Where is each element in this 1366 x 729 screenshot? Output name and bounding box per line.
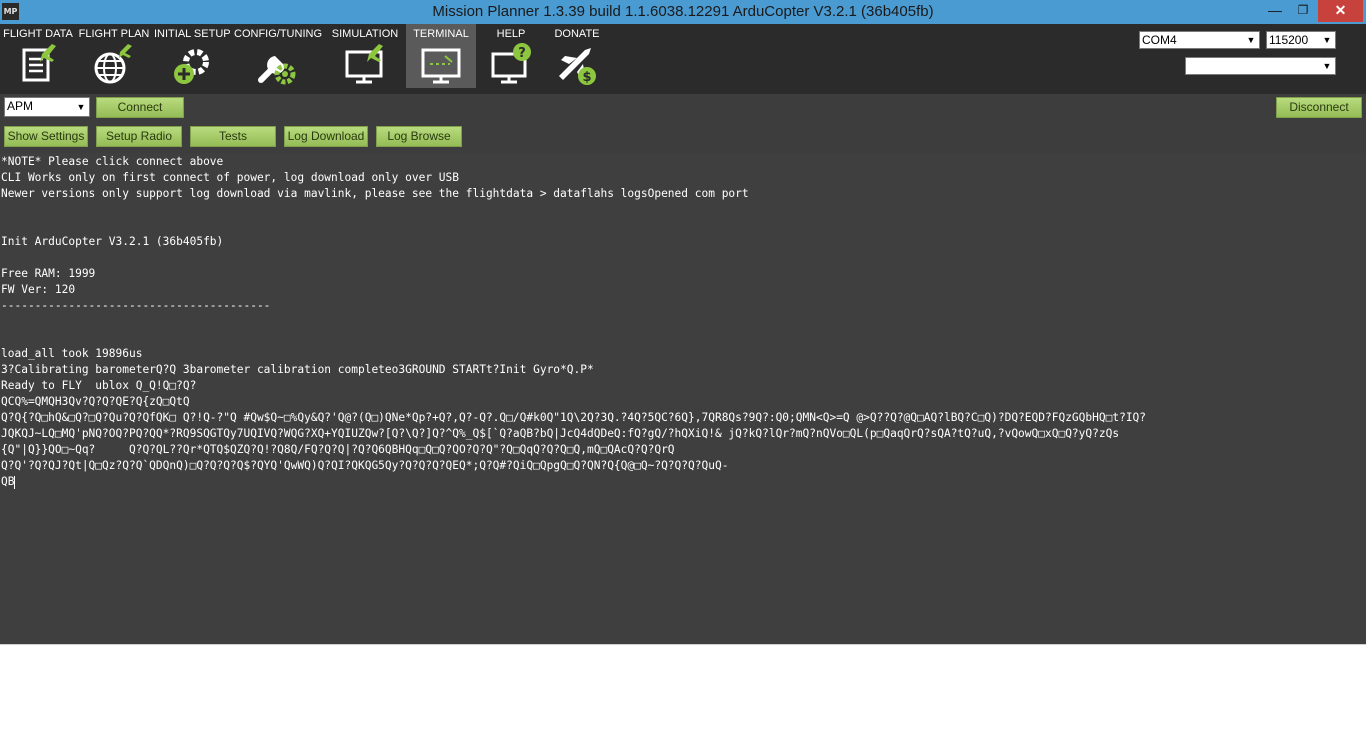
- svg-text:$: $: [582, 70, 591, 85]
- menu-label: CONFIG/TUNING: [234, 28, 322, 40]
- title-bar: MP Mission Planner 1.3.39 build 1.1.6038…: [0, 0, 1366, 24]
- baud-rate-select[interactable]: 115200 ▼: [1266, 31, 1336, 49]
- menu-label: FLIGHT DATA: [3, 28, 73, 40]
- menu-label: TERMINAL: [413, 28, 469, 40]
- tests-button[interactable]: Tests: [190, 126, 276, 147]
- close-button[interactable]: ✕: [1318, 0, 1363, 22]
- initial-setup-icon: [174, 49, 209, 84]
- chevron-down-icon: ▼: [1322, 61, 1332, 71]
- menu-initial-setup[interactable]: INITIAL SETUP: [154, 24, 231, 88]
- terminal-output[interactable]: *NOTE* Please click connect above CLI Wo…: [0, 153, 1366, 644]
- board-type-select[interactable]: APM ▼: [4, 97, 90, 117]
- config-tuning-icon: [258, 56, 296, 85]
- show-settings-button[interactable]: Show Settings: [4, 126, 88, 147]
- menu-donate[interactable]: DONATE $: [548, 24, 606, 88]
- bottom-panel: [0, 644, 1366, 729]
- svg-text:?: ?: [518, 46, 526, 61]
- terminal-content: *NOTE* Please click connect above CLI Wo…: [1, 155, 1147, 488]
- menu-label: SIMULATION: [331, 28, 399, 40]
- menu-label: FLIGHT PLAN: [78, 28, 150, 40]
- chevron-down-icon: ▼: [1246, 35, 1256, 45]
- minimize-button[interactable]: —: [1262, 0, 1288, 22]
- terminal-text: *NOTE* Please click connect above CLI Wo…: [0, 153, 1366, 490]
- maximize-button[interactable]: ❐: [1290, 0, 1316, 22]
- menu-help[interactable]: HELP ?: [480, 24, 542, 88]
- menu-simulation[interactable]: SIMULATION: [330, 24, 400, 88]
- flight-plan-icon: [94, 44, 132, 84]
- log-download-button[interactable]: Log Download: [284, 126, 368, 147]
- terminal-toolbar: APM ▼ Connect Disconnect Show Settings S…: [0, 94, 1366, 153]
- connect-button[interactable]: Connect: [96, 97, 184, 118]
- flight-data-icon: [22, 44, 56, 82]
- com-port-value: COM4: [1142, 33, 1177, 47]
- menu-config-tuning[interactable]: CONFIG/TUNING: [234, 24, 322, 88]
- menu-label: HELP: [496, 28, 526, 40]
- help-icon: ?: [491, 43, 531, 84]
- baud-rate-value: 115200: [1269, 33, 1309, 47]
- main-menu-bar: FLIGHT DATA FLIGHT PLAN INITIAL SETUP CO…: [0, 24, 1366, 94]
- chevron-down-icon: ▼: [1322, 35, 1332, 45]
- simulation-icon: [345, 44, 383, 84]
- setup-radio-button[interactable]: Setup Radio: [96, 126, 182, 147]
- menu-flight-plan[interactable]: FLIGHT PLAN: [78, 24, 150, 88]
- board-type-value: APM: [7, 99, 34, 113]
- menu-terminal[interactable]: TERMINAL: [406, 24, 476, 88]
- menu-label: DONATE: [554, 28, 600, 40]
- link-select[interactable]: ▼: [1185, 57, 1336, 75]
- com-port-select[interactable]: COM4 ▼: [1139, 31, 1260, 49]
- terminal-icon: [421, 48, 461, 84]
- chevron-down-icon: ▼: [76, 102, 86, 112]
- menu-flight-data[interactable]: FLIGHT DATA: [2, 24, 74, 88]
- menu-label: INITIAL SETUP: [154, 28, 231, 40]
- disconnect-button[interactable]: Disconnect: [1276, 97, 1362, 118]
- window-title: Mission Planner 1.3.39 build 1.1.6038.12…: [432, 3, 934, 20]
- text-cursor: [14, 475, 16, 489]
- log-browse-button[interactable]: Log Browse: [376, 126, 462, 147]
- donate-icon: $: [559, 48, 596, 85]
